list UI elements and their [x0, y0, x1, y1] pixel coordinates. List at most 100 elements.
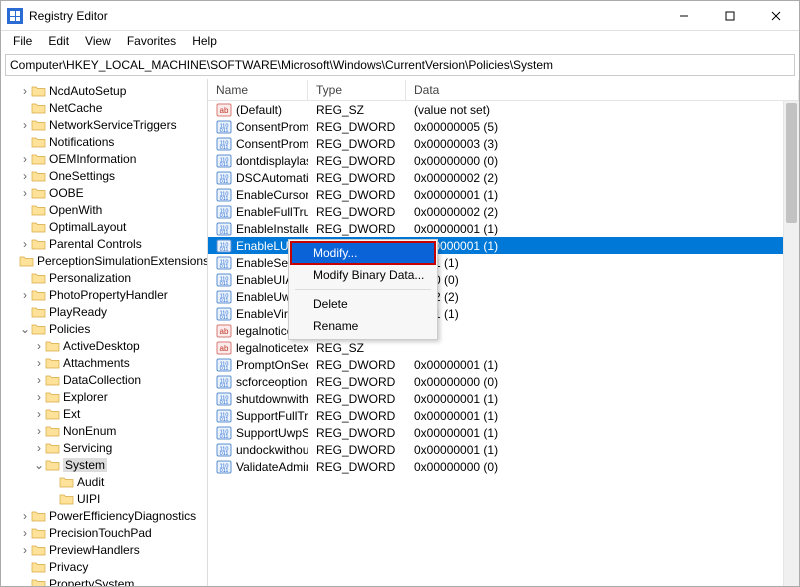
values-pane[interactable]: Name Type Data (Default)REG_SZ(value not…	[208, 79, 799, 586]
chevron-right-icon[interactable]: ›	[19, 510, 31, 522]
tree-item[interactable]: OptimalLayout	[1, 218, 207, 235]
ctx-modify[interactable]: Modify...	[291, 242, 435, 264]
chevron-right-icon[interactable]: ›	[19, 170, 31, 182]
ctx-modify-binary[interactable]: Modify Binary Data...	[291, 264, 435, 286]
value-row[interactable]: ConsentPromt...REG_DWORD0x00000003 (3)	[208, 135, 799, 152]
tree-item[interactable]: ⌄ System	[1, 456, 207, 473]
tree-item[interactable]: UIPI	[1, 490, 207, 507]
tree-item-label: System	[63, 458, 107, 472]
value-row[interactable]: ConsentPromt...REG_DWORD0x00000005 (5)	[208, 118, 799, 135]
chevron-right-icon[interactable]: ›	[19, 187, 31, 199]
tree-item-label: ActiveDesktop	[63, 339, 140, 353]
tree-item[interactable]: ›Parental Controls	[1, 235, 207, 252]
tree-item[interactable]: ›Ext	[1, 405, 207, 422]
chevron-right-icon[interactable]: ›	[19, 544, 31, 556]
value-name: ValidateAdminC...	[236, 460, 308, 474]
value-data: 0x00000000 (0)	[406, 460, 799, 474]
value-type: REG_DWORD	[308, 137, 406, 151]
chevron-right-icon[interactable]: ›	[33, 425, 45, 437]
tree-item[interactable]: ⌄Policies	[1, 320, 207, 337]
menu-edit[interactable]: Edit	[40, 32, 77, 50]
value-row[interactable]: shutdownwitho...REG_DWORD0x00000001 (1)	[208, 390, 799, 407]
chevron-right-icon[interactable]: ›	[19, 85, 31, 97]
tree-item[interactable]: ›NcdAutoSetup	[1, 82, 207, 99]
value-name: ConsentPromt...	[236, 137, 308, 151]
tree-item[interactable]: ›OneSettings	[1, 167, 207, 184]
menu-file[interactable]: File	[5, 32, 40, 50]
tree-item[interactable]: Privacy	[1, 558, 207, 575]
value-row[interactable]: undockwithoutl...REG_DWORD0x00000001 (1)	[208, 441, 799, 458]
tree-item[interactable]: Audit	[1, 473, 207, 490]
chevron-right-icon[interactable]: ›	[33, 374, 45, 386]
ctx-rename[interactable]: Rename	[291, 315, 435, 337]
col-data[interactable]: Data	[406, 80, 799, 100]
value-row[interactable]: ValidateAdminC...REG_DWORD0x00000000 (0)	[208, 458, 799, 475]
menu-help[interactable]: Help	[184, 32, 225, 50]
value-data: 0x00000001 (1)	[406, 222, 799, 236]
ctx-delete[interactable]: Delete	[291, 293, 435, 315]
tree-item[interactable]: ›Explorer	[1, 388, 207, 405]
chevron-down-icon[interactable]: ⌄	[19, 323, 31, 335]
chevron-right-icon[interactable]: ›	[33, 442, 45, 454]
tree-item[interactable]: PerceptionSimulationExtensions	[1, 252, 207, 269]
maximize-button[interactable]	[707, 1, 753, 31]
tree-item[interactable]: ›PhotoPropertyHandler	[1, 286, 207, 303]
tree-item[interactable]: ›Attachments	[1, 354, 207, 371]
value-row[interactable]: scforceoptionREG_DWORD0x00000000 (0)	[208, 373, 799, 390]
tree-item[interactable]: OpenWith	[1, 201, 207, 218]
tree-item[interactable]: NetCache	[1, 99, 207, 116]
tree-item[interactable]: ›DataCollection	[1, 371, 207, 388]
minimize-button[interactable]	[661, 1, 707, 31]
tree-item[interactable]: PlayReady	[1, 303, 207, 320]
value-row[interactable]: EnableCursorSu...REG_DWORD0x00000001 (1)	[208, 186, 799, 203]
titlebar[interactable]: Registry Editor	[1, 1, 799, 31]
chevron-right-icon[interactable]: ›	[33, 340, 45, 352]
col-type[interactable]: Type	[308, 80, 406, 100]
tree-item[interactable]: ›NetworkServiceTriggers	[1, 116, 207, 133]
chevron-right-icon[interactable]: ›	[19, 238, 31, 250]
value-row[interactable]: EnableFullTrustS...REG_DWORD0x00000002 (…	[208, 203, 799, 220]
value-row[interactable]: legalnoticetextREG_SZ	[208, 339, 799, 356]
value-type: REG_DWORD	[308, 426, 406, 440]
list-scrollbar[interactable]	[783, 101, 799, 586]
tree-item[interactable]: Notifications	[1, 133, 207, 150]
value-row[interactable]: dontdisplaylastu...REG_DWORD0x00000000 (…	[208, 152, 799, 169]
chevron-right-icon[interactable]: ›	[33, 408, 45, 420]
chevron-down-icon[interactable]: ⌄	[33, 459, 45, 471]
tree-item[interactable]: PropertySystem	[1, 575, 207, 586]
tree-item[interactable]: ›OEMInformation	[1, 150, 207, 167]
menu-view[interactable]: View	[77, 32, 119, 50]
tree-pane[interactable]: ›NcdAutoSetup NetCache›NetworkServiceTri…	[1, 79, 208, 586]
tree-item[interactable]: ›PrecisionTouchPad	[1, 524, 207, 541]
value-row[interactable]: PromptOnSecur...REG_DWORD0x00000001 (1)	[208, 356, 799, 373]
string-value-icon	[216, 340, 232, 356]
value-data: 0001 (1)	[406, 307, 799, 321]
address-bar[interactable]: Computer\HKEY_LOCAL_MACHINE\SOFTWARE\Mic…	[5, 54, 795, 76]
chevron-right-icon[interactable]: ›	[33, 391, 45, 403]
chevron-right-icon[interactable]: ›	[19, 527, 31, 539]
value-row[interactable]: EnableInstallerD...REG_DWORD0x00000001 (…	[208, 220, 799, 237]
close-button[interactable]	[753, 1, 799, 31]
value-row[interactable]: (Default)REG_SZ(value not set)	[208, 101, 799, 118]
tree-item[interactable]: › ActiveDesktop	[1, 337, 207, 354]
value-row[interactable]: SupportFullTrust...REG_DWORD0x00000001 (…	[208, 407, 799, 424]
tree-item[interactable]: ›OOBE	[1, 184, 207, 201]
value-row[interactable]: SupportUwpStar...REG_DWORD0x00000001 (1)	[208, 424, 799, 441]
tree-item[interactable]: ›PowerEfficiencyDiagnostics	[1, 507, 207, 524]
menu-favorites[interactable]: Favorites	[119, 32, 184, 50]
folder-icon	[31, 135, 46, 148]
value-row[interactable]: DSCAutomation...REG_DWORD0x00000002 (2)	[208, 169, 799, 186]
tree-item[interactable]: ›NonEnum	[1, 422, 207, 439]
col-name[interactable]: Name	[208, 80, 308, 100]
tree-item[interactable]: Personalization	[1, 269, 207, 286]
chevron-right-icon[interactable]: ›	[33, 357, 45, 369]
tree-item[interactable]: ›PreviewHandlers	[1, 541, 207, 558]
chevron-right-icon[interactable]: ›	[19, 119, 31, 131]
chevron-right-icon[interactable]: ›	[19, 153, 31, 165]
folder-icon	[19, 254, 34, 267]
value-data: 0x00000001 (1)	[406, 239, 799, 253]
folder-icon	[31, 203, 46, 216]
tree-item[interactable]: ›Servicing	[1, 439, 207, 456]
scroll-thumb[interactable]	[786, 103, 797, 223]
chevron-right-icon[interactable]: ›	[19, 289, 31, 301]
